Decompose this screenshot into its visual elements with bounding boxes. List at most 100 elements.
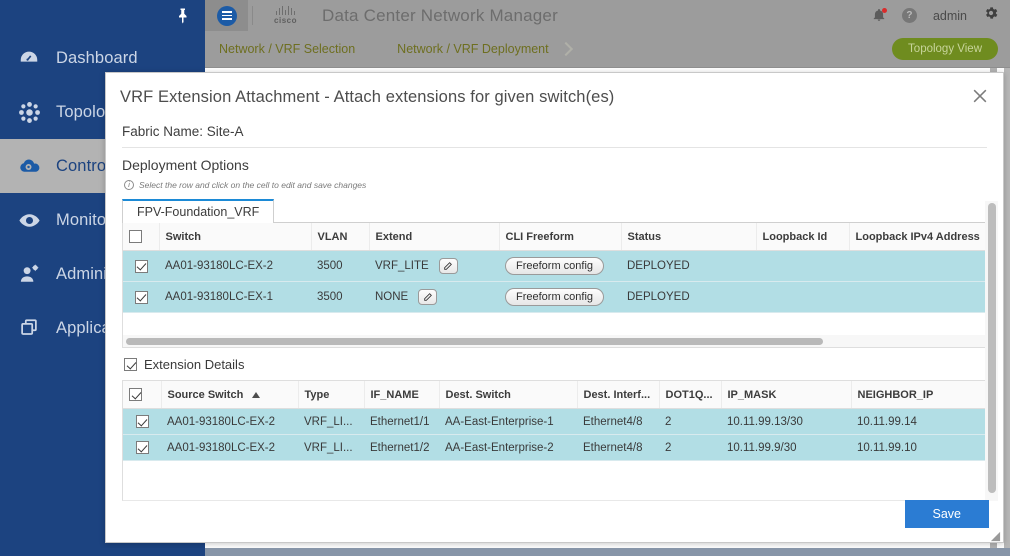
- breadcrumb-item-vrf-deployment[interactable]: Network / VRF Deployment: [397, 42, 548, 56]
- column-header-ip-mask[interactable]: IP_MASK: [721, 381, 852, 409]
- extension-details-table-container[interactable]: Source Switch Type IF_NAME Dest. Switch …: [122, 380, 987, 476]
- cell-dest-switch[interactable]: AA-East-Enterprise-1: [439, 408, 577, 435]
- cell-vlan[interactable]: 3500: [311, 250, 369, 282]
- select-all-header[interactable]: [123, 381, 162, 409]
- cell-dest-switch[interactable]: AA-East-Enterprise-2: [439, 434, 577, 461]
- row-checkbox[interactable]: [134, 290, 148, 304]
- cell-loopback-id[interactable]: [756, 281, 849, 313]
- row-checkbox[interactable]: [135, 415, 149, 428]
- column-header-dot1q[interactable]: DOT1Q...: [659, 381, 722, 409]
- column-header-extend[interactable]: Extend: [369, 223, 500, 251]
- row-select-cell[interactable]: [123, 281, 159, 313]
- table-row[interactable]: AA01-93180LC-EX-1 3500 NONE Freeform con…: [123, 281, 986, 313]
- cell-source-switch[interactable]: AA01-93180LC-EX-2: [161, 434, 298, 461]
- sidebar-item-label: Dashboard: [56, 48, 138, 67]
- help-icon[interactable]: ?: [901, 8, 917, 23]
- edit-pencil-icon[interactable]: [438, 258, 458, 274]
- freeform-config-button[interactable]: Freeform config: [505, 288, 605, 306]
- application-window: Dashboard Topology Control Monitor Appli…: [0, 0, 1010, 556]
- cell-source-switch[interactable]: AA01-93180LC-EX-2: [161, 408, 298, 435]
- sort-ascending-icon: [252, 391, 261, 398]
- cell-dest-interface[interactable]: Ethernet4/8: [577, 434, 659, 461]
- tab-fpv-foundation-vrf[interactable]: FPV-Foundation_VRF: [122, 199, 275, 223]
- freeform-config-button[interactable]: Freeform config: [505, 257, 605, 275]
- bell-icon[interactable]: [872, 7, 887, 24]
- cell-ip-mask[interactable]: 10.11.99.13/30: [721, 408, 851, 435]
- cell-loopback-id[interactable]: [756, 250, 849, 282]
- row-select-cell[interactable]: [123, 434, 161, 461]
- table-row[interactable]: AA01-93180LC-EX-2 VRF_LI... Ethernet1/2 …: [123, 434, 986, 461]
- cell-neighbor-ip[interactable]: 10.11.99.14: [851, 408, 986, 435]
- column-label: Source Switch: [167, 388, 244, 401]
- cell-dest-interface[interactable]: Ethernet4/8: [577, 408, 659, 435]
- cell-ip-mask[interactable]: 10.11.99.9/30: [721, 434, 851, 461]
- topology-star-icon: [12, 98, 46, 126]
- column-header-status[interactable]: Status: [621, 223, 757, 251]
- column-header-neighbor-ip[interactable]: NEIGHBOR_IP: [851, 381, 986, 409]
- column-header-if-name[interactable]: IF_NAME: [364, 381, 440, 409]
- extension-details-toggle-row[interactable]: Extension Details: [122, 348, 987, 380]
- vertical-scrollbar-thumb[interactable]: [988, 203, 996, 493]
- select-all-checkbox[interactable]: [129, 388, 142, 401]
- select-all-checkbox[interactable]: [129, 230, 142, 243]
- cell-cli-freeform[interactable]: Freeform config: [499, 250, 621, 282]
- gear-icon[interactable]: [983, 5, 999, 26]
- row-checkbox[interactable]: [134, 259, 148, 273]
- cell-type[interactable]: VRF_LI...: [298, 408, 364, 435]
- switch-attachment-table-container[interactable]: Switch VLAN Extend CLI Freeform Status L…: [122, 223, 987, 335]
- cell-cli-freeform[interactable]: Freeform config: [499, 281, 621, 313]
- cell-status[interactable]: DEPLOYED: [621, 250, 756, 282]
- cell-switch[interactable]: AA01-93180LC-EX-2: [159, 250, 311, 282]
- horizontal-scrollbar[interactable]: [122, 335, 987, 348]
- cell-vlan[interactable]: 3500: [311, 281, 369, 313]
- extend-value: VRF_LITE: [375, 260, 429, 273]
- column-header-dest-switch[interactable]: Dest. Switch: [439, 381, 578, 409]
- cell-type[interactable]: VRF_LI...: [298, 434, 364, 461]
- extension-details-checkbox[interactable]: [124, 358, 137, 371]
- cell-if-name[interactable]: Ethernet1/2: [364, 434, 439, 461]
- cell-dot1q[interactable]: 2: [659, 434, 721, 461]
- fabric-name-label: Fabric Name: Site-A: [122, 121, 987, 148]
- column-header-cli-freeform[interactable]: CLI Freeform: [499, 223, 622, 251]
- column-header-type[interactable]: Type: [298, 381, 365, 409]
- cell-dot1q[interactable]: 2: [659, 408, 721, 435]
- menu-button[interactable]: [205, 0, 248, 31]
- edit-pencil-icon[interactable]: [418, 289, 438, 305]
- gauge-icon: [12, 44, 46, 72]
- table-row[interactable]: AA01-93180LC-EX-2 VRF_LI... Ethernet1/1 …: [123, 408, 986, 435]
- cell-loopback-ipv4[interactable]: [849, 281, 986, 313]
- row-checkbox[interactable]: [135, 441, 149, 454]
- breadcrumb-item-vrf-selection[interactable]: Network / VRF Selection: [219, 42, 355, 56]
- resize-grip-icon[interactable]: [990, 529, 1001, 542]
- sidebar-item-label: Monitor: [56, 210, 112, 229]
- column-header-source-switch[interactable]: Source Switch: [161, 381, 299, 409]
- cell-switch[interactable]: AA01-93180LC-EX-1: [159, 281, 311, 313]
- column-header-vlan[interactable]: VLAN: [311, 223, 370, 251]
- topology-view-button[interactable]: Topology View: [892, 38, 998, 60]
- user-name[interactable]: admin: [933, 9, 967, 23]
- chevron-right-icon: [558, 41, 573, 57]
- cell-if-name[interactable]: Ethernet1/1: [364, 408, 439, 435]
- dialog-title: VRF Extension Attachment - Attach extens…: [120, 87, 615, 106]
- table-row[interactable]: AA01-93180LC-EX-2 3500 VRF_LITE Freeform…: [123, 250, 986, 282]
- pin-icon[interactable]: [173, 7, 191, 25]
- cell-extend[interactable]: VRF_LITE: [369, 250, 499, 282]
- hamburger-icon: [216, 5, 237, 26]
- cell-extend[interactable]: NONE: [369, 281, 499, 313]
- close-icon[interactable]: [970, 86, 990, 106]
- horizontal-scrollbar-thumb[interactable]: [126, 338, 823, 345]
- row-select-cell[interactable]: [123, 250, 159, 282]
- row-select-cell[interactable]: [123, 408, 161, 435]
- top-bar-actions: ? admin: [872, 5, 1010, 26]
- cell-neighbor-ip[interactable]: 10.11.99.10: [851, 434, 986, 461]
- cell-status[interactable]: DEPLOYED: [621, 281, 756, 313]
- select-all-header[interactable]: [123, 223, 160, 251]
- column-header-loopback-ipv4[interactable]: Loopback IPv4 Address: [849, 223, 986, 251]
- vertical-scrollbar[interactable]: [985, 201, 998, 501]
- column-header-dest-interface[interactable]: Dest. Interf...: [577, 381, 660, 409]
- save-button[interactable]: Save: [904, 500, 989, 528]
- extension-details-table-empty-area: [122, 476, 987, 501]
- column-header-loopback-id[interactable]: Loopback Id: [756, 223, 850, 251]
- cell-loopback-ipv4[interactable]: [849, 250, 986, 282]
- column-header-switch[interactable]: Switch: [159, 223, 312, 251]
